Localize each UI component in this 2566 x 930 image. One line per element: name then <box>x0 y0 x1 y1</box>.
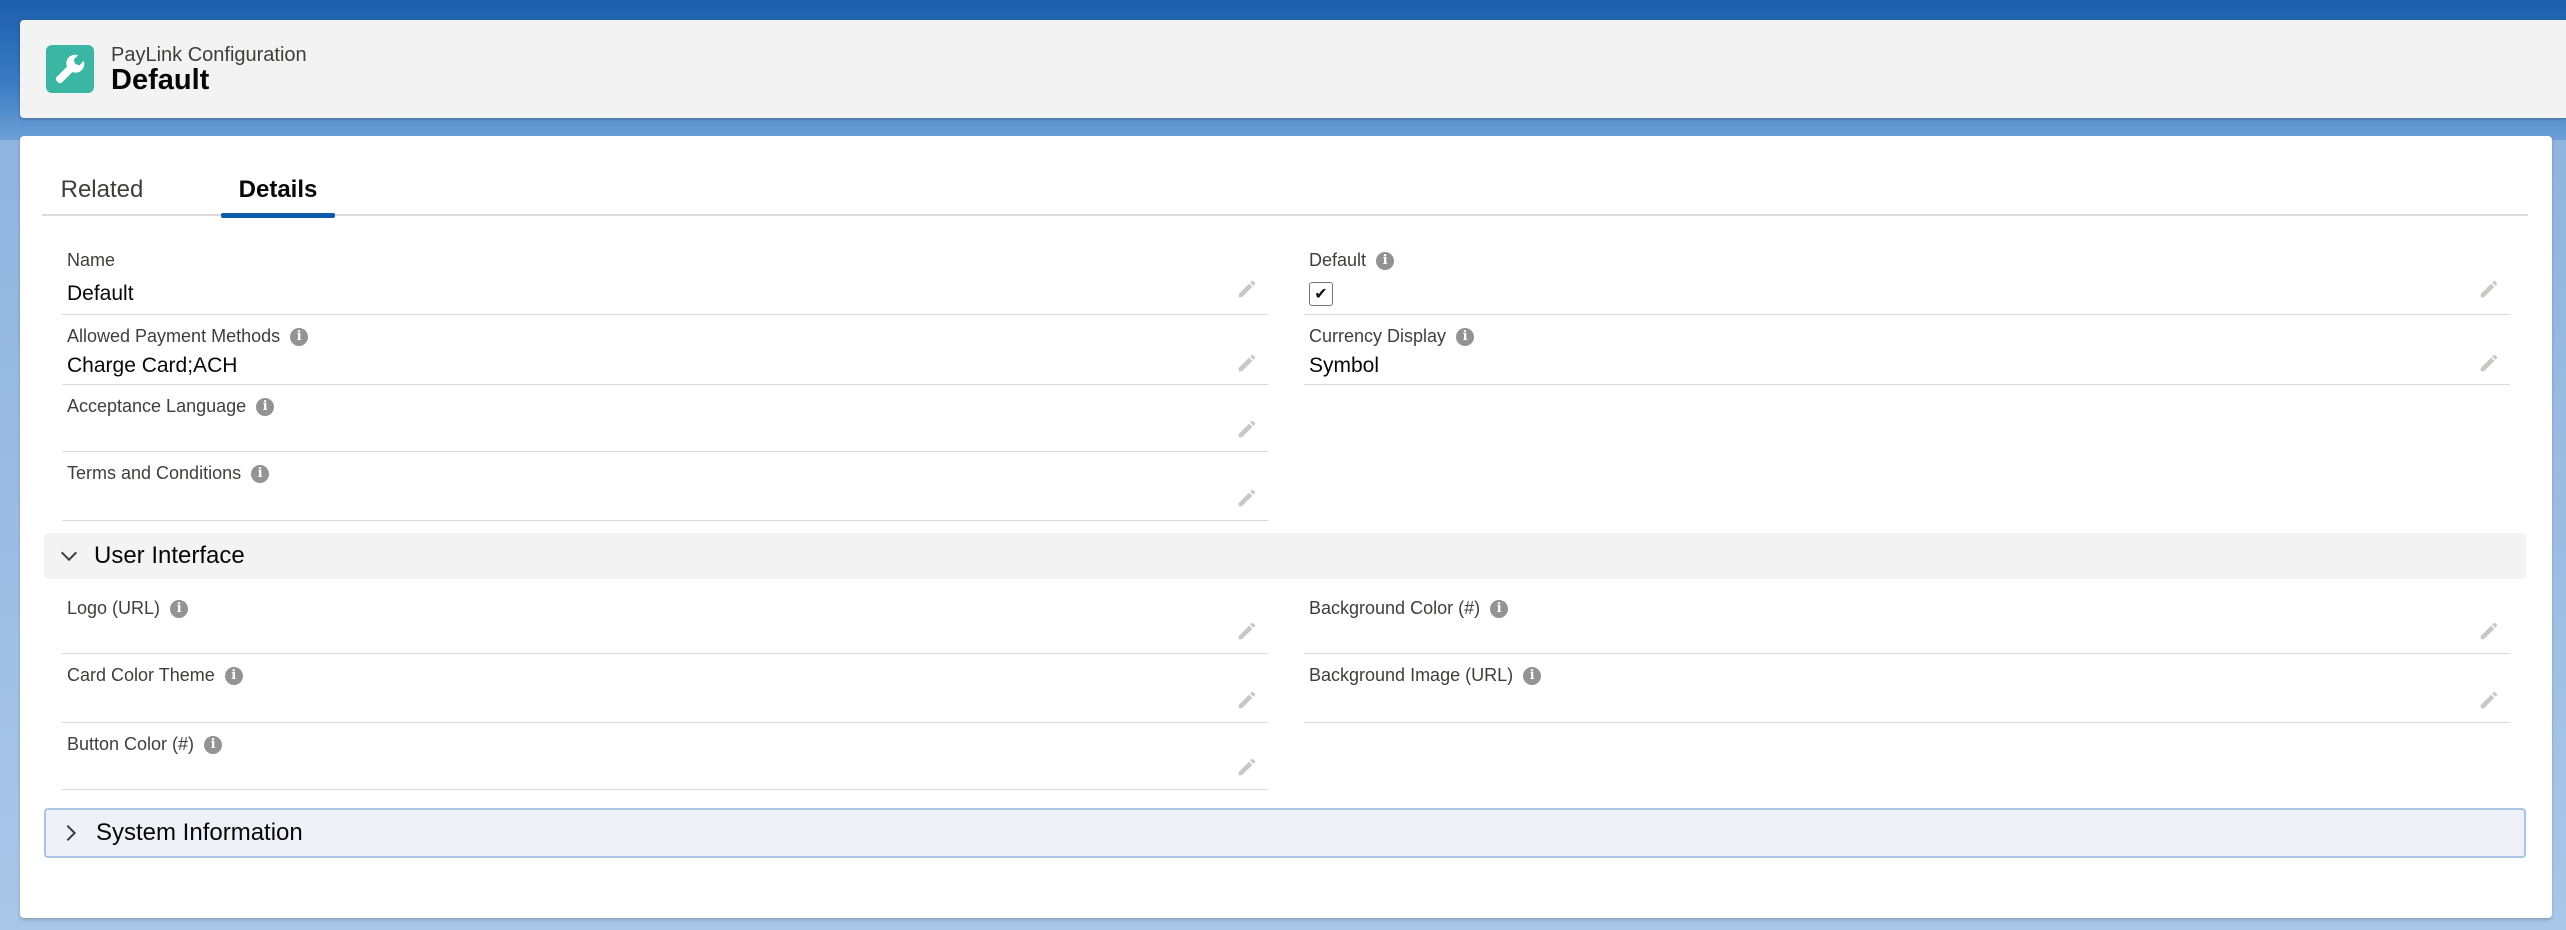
info-icon[interactable]: i <box>1523 666 1542 685</box>
info-icon[interactable]: i <box>1456 327 1475 346</box>
record-header: PayLink Configuration Default <box>20 20 2566 118</box>
field-label: Card Color Theme i <box>67 665 243 686</box>
field-button-color: Button Color (#) i <box>62 724 1268 790</box>
info-icon[interactable]: i <box>1490 599 1509 618</box>
field-background-image-url: Background Image (URL) i <box>1304 655 2510 723</box>
edit-pencil-icon[interactable] <box>1236 756 1258 778</box>
field-label: Name <box>67 250 116 270</box>
section-user-interface[interactable]: User Interface <box>44 533 2526 579</box>
field-allowed-payment-methods: Allowed Payment Methods i Charge Card;ACH <box>62 316 1268 385</box>
info-icon[interactable]: i <box>170 599 189 618</box>
edit-pencil-icon[interactable] <box>1236 620 1258 642</box>
field-label: Default i <box>1309 250 1395 271</box>
field-currency-display: Currency Display i Symbol <box>1304 316 2510 385</box>
field-label: Terms and Conditions i <box>67 463 270 484</box>
field-value: Default <box>67 282 134 305</box>
edit-pencil-icon[interactable] <box>2478 352 2500 374</box>
section-title: User Interface <box>94 542 245 569</box>
info-icon[interactable]: i <box>1376 251 1395 270</box>
edit-pencil-icon[interactable] <box>2478 620 2500 642</box>
field-label: Background Image (URL) i <box>1309 665 1542 686</box>
edit-pencil-icon[interactable] <box>1236 278 1258 300</box>
record-detail-card: Related Details Name Default Default i ✔ … <box>20 136 2552 918</box>
info-icon[interactable]: i <box>251 464 270 483</box>
tab-bar: Related Details <box>42 164 2528 218</box>
edit-pencil-icon[interactable] <box>1236 689 1258 711</box>
field-default: Default i ✔ <box>1304 240 2510 315</box>
edit-pencil-icon[interactable] <box>2478 689 2500 711</box>
field-card-color-theme: Card Color Theme i <box>62 655 1268 723</box>
edit-pencil-icon[interactable] <box>2478 278 2500 300</box>
info-icon[interactable]: i <box>204 735 223 754</box>
field-name: Name Default <box>62 240 1268 315</box>
field-logo-url: Logo (URL) i <box>62 588 1268 654</box>
field-label: Button Color (#) i <box>67 734 223 755</box>
edit-pencil-icon[interactable] <box>1236 487 1258 509</box>
field-value: Symbol <box>1309 354 1380 377</box>
edit-pencil-icon[interactable] <box>1236 352 1258 374</box>
edit-pencil-icon[interactable] <box>1236 418 1258 440</box>
wrench-icon <box>46 45 94 93</box>
info-icon[interactable]: i <box>256 397 275 416</box>
info-icon[interactable]: i <box>224 666 243 685</box>
field-terms-and-conditions: Terms and Conditions i <box>62 453 1268 521</box>
section-system-information[interactable]: System Information <box>44 808 2526 858</box>
section-title: System Information <box>96 819 303 846</box>
field-label: Logo (URL) i <box>67 598 189 619</box>
chevron-down-icon <box>60 551 78 562</box>
field-label: Allowed Payment Methods i <box>67 326 309 347</box>
field-background-color: Background Color (#) i <box>1304 588 2510 654</box>
field-label: Currency Display i <box>1309 326 1475 347</box>
tab-related[interactable]: Related <box>42 164 162 216</box>
field-label: Acceptance Language i <box>67 396 275 417</box>
chevron-right-icon <box>66 824 77 842</box>
field-acceptance-language: Acceptance Language i <box>62 386 1268 452</box>
field-label: Background Color (#) i <box>1309 598 1509 619</box>
default-checkbox: ✔ <box>1309 282 1333 306</box>
field-value: Charge Card;ACH <box>67 354 238 377</box>
info-icon[interactable]: i <box>290 327 309 346</box>
record-title: Default <box>111 64 210 96</box>
tab-details[interactable]: Details <box>221 164 335 218</box>
